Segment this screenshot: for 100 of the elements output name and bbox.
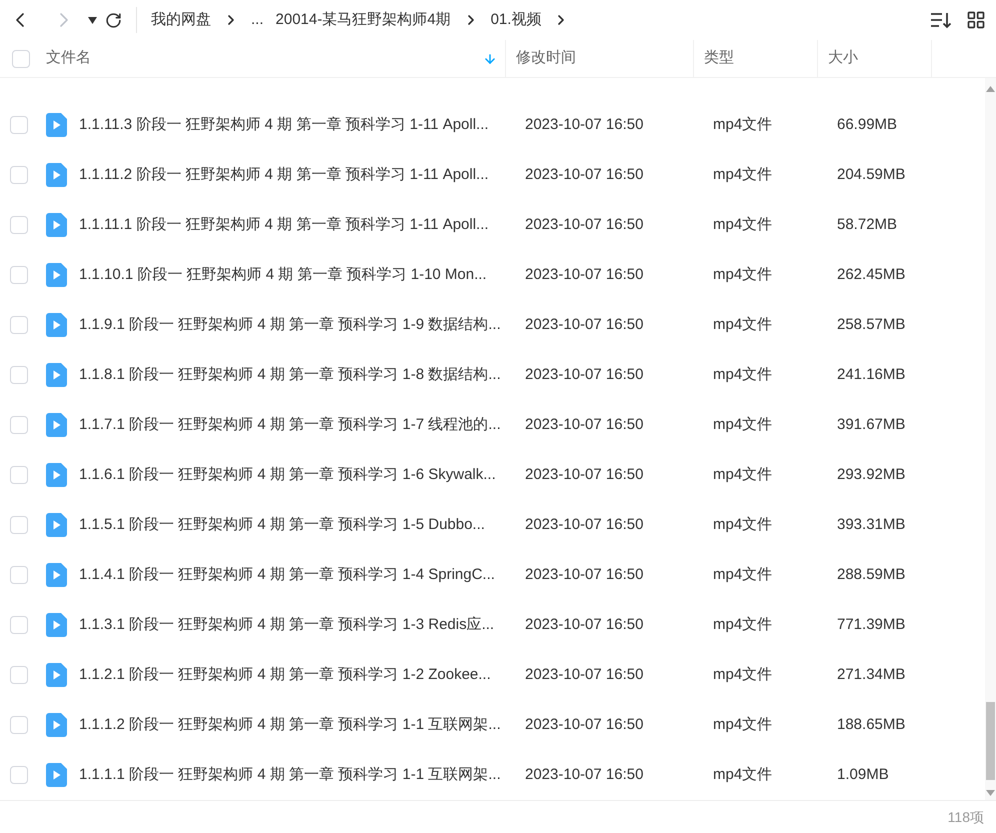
file-name[interactable]: 1.1.3.1 阶段一 狂野架构师 4 期 第一章 预科学习 1-3 Redis应... (79, 614, 515, 636)
video-file-icon (46, 463, 67, 487)
video-file-icon (46, 163, 67, 187)
file-name[interactable]: 1.1.7.1 阶段一 狂野架构师 4 期 第一章 预科学习 1-7 线程池的... (79, 414, 515, 436)
file-size: 58.72MB (836, 214, 898, 235)
checkbox[interactable] (10, 666, 28, 684)
checkbox[interactable] (10, 616, 28, 634)
column-header[interactable]: 类型 (694, 40, 818, 77)
breadcrumb-link[interactable]: 20014-某马狂野架构师4期 (276, 8, 451, 32)
checkbox[interactable] (10, 416, 28, 434)
video-file-icon (46, 413, 67, 437)
file-size: 188.65MB (836, 714, 906, 735)
column-header[interactable]: 文件名 (36, 40, 506, 77)
checkbox[interactable] (10, 716, 28, 734)
video-file-icon (46, 313, 67, 337)
file-type: mp4文件 (712, 164, 774, 185)
checkbox[interactable] (12, 50, 30, 68)
file-type: mp4文件 (712, 564, 774, 585)
file-type: mp4文件 (712, 664, 774, 685)
file-size: 271.34MB (836, 664, 906, 685)
refresh-icon[interactable] (105, 12, 122, 28)
checkbox[interactable] (10, 116, 28, 134)
grid-view-icon[interactable] (966, 10, 986, 30)
file-type: mp4文件 (712, 114, 774, 135)
sort-descending-icon (483, 52, 497, 66)
checkbox[interactable] (10, 166, 28, 184)
modified-time: 2023-10-07 16:50 (524, 714, 644, 735)
file-size: 262.45MB (836, 264, 906, 285)
video-file-icon (46, 513, 67, 537)
video-file-icon (46, 763, 67, 787)
checkbox[interactable] (10, 566, 28, 584)
scrollbar[interactable] (985, 78, 996, 800)
file-size: 293.92MB (836, 464, 906, 485)
column-header[interactable]: 修改时间 (506, 40, 694, 77)
file-name[interactable]: 1.1.5.1 阶段一 狂野架构师 4 期 第一章 预科学习 1-5 Dubbo... (79, 514, 515, 536)
file-type: mp4文件 (712, 364, 774, 385)
file-name[interactable]: 1.1.1.1 阶段一 狂野架构师 4 期 第一章 预科学习 1-1 互联网架... (79, 764, 515, 786)
file-name[interactable]: 1.1.11.1 阶段一 狂野架构师 4 期 第一章 预科学习 1-11 Apoll... (79, 214, 515, 236)
file-size: 1.09MB (836, 764, 890, 785)
file-type: mp4文件 (712, 714, 774, 735)
modified-time: 2023-10-07 16:50 (524, 614, 644, 635)
file-name[interactable]: 1.1.11.3 阶段一 狂野架构师 4 期 第一章 预科学习 1-11 Apoll... (79, 114, 515, 136)
file-size: 393.31MB (836, 514, 906, 535)
sort-list-icon[interactable] (930, 11, 952, 29)
file-name[interactable]: 1.1.4.1 阶段一 狂野架构师 4 期 第一章 预科学习 1-4 SpringC... (79, 564, 515, 586)
file-type: mp4文件 (712, 764, 774, 785)
checkbox[interactable] (10, 316, 28, 334)
file-name[interactable]: 1.1.9.1 阶段一 狂野架构师 4 期 第一章 预科学习 1-9 数据结构... (79, 314, 515, 336)
breadcrumb-link[interactable]: ... (251, 8, 264, 32)
scrollbar-thumb[interactable] (986, 702, 995, 780)
file-size: 241.16MB (836, 364, 906, 385)
checkbox[interactable] (10, 766, 28, 784)
file-size: 288.59MB (836, 564, 906, 585)
modified-time: 2023-10-07 16:50 (524, 564, 644, 585)
file-size: 771.39MB (836, 614, 906, 635)
checkbox[interactable] (10, 266, 28, 284)
breadcrumb-link[interactable]: 我的网盘 (151, 8, 211, 32)
file-name[interactable]: 1.1.11.2 阶段一 狂野架构师 4 期 第一章 预科学习 1-11 Apoll... (79, 164, 515, 186)
modified-time: 2023-10-07 16:50 (524, 764, 644, 785)
checkbox[interactable] (10, 466, 28, 484)
file-size: 66.99MB (836, 114, 898, 135)
scroll-up-arrow-icon[interactable] (986, 86, 995, 92)
checkbox[interactable] (10, 366, 28, 384)
file-name[interactable]: 1.1.10.1 阶段一 狂野架构师 4 期 第一章 预科学习 1-10 Mon... (79, 264, 515, 286)
file-name[interactable]: 1.1.8.1 阶段一 狂野架构师 4 期 第一章 预科学习 1-8 数据结构... (79, 364, 515, 386)
file-size: 258.57MB (836, 314, 906, 335)
file-type: mp4文件 (712, 264, 774, 285)
modified-time: 2023-10-07 16:50 (524, 164, 644, 185)
column-header[interactable]: 大小 (818, 40, 932, 77)
video-file-icon (46, 263, 67, 287)
file-name[interactable]: 1.1.2.1 阶段一 狂野架构师 4 期 第一章 预科学习 1-2 Zookee... (79, 664, 515, 686)
modified-time: 2023-10-07 16:50 (524, 464, 644, 485)
checkbox[interactable] (10, 216, 28, 234)
modified-time: 2023-10-07 16:50 (524, 514, 644, 535)
video-file-icon (46, 613, 67, 637)
file-type: mp4文件 (712, 514, 774, 535)
modified-time: 2023-10-07 16:50 (524, 114, 644, 135)
video-file-icon (46, 663, 67, 687)
file-type: mp4文件 (712, 314, 774, 335)
file-size: 204.59MB (836, 164, 906, 185)
checkbox[interactable] (10, 516, 28, 534)
video-file-icon (46, 213, 67, 237)
video-file-icon (46, 363, 67, 387)
file-type: mp4文件 (712, 214, 774, 235)
scroll-down-arrow-icon[interactable] (986, 790, 995, 796)
video-file-icon (46, 713, 67, 737)
breadcrumb-link[interactable]: 01.视频 (490, 8, 542, 32)
item-count: 118项 (948, 808, 984, 826)
modified-time: 2023-10-07 16:50 (524, 214, 644, 235)
file-type: mp4文件 (712, 614, 774, 635)
modified-time: 2023-10-07 16:50 (524, 364, 644, 385)
file-size: 391.67MB (836, 414, 906, 435)
file-type: mp4文件 (712, 464, 774, 485)
file-type: mp4文件 (712, 414, 774, 435)
file-name[interactable]: 1.1.1.2 阶段一 狂野架构师 4 期 第一章 预科学习 1-1 互联网架... (79, 714, 515, 736)
video-file-icon (46, 113, 67, 137)
file-name[interactable]: 1.1.6.1 阶段一 狂野架构师 4 期 第一章 预科学习 1-6 Skywalk... (79, 464, 515, 486)
modified-time: 2023-10-07 16:50 (524, 314, 644, 335)
video-file-icon (46, 563, 67, 587)
dropdown-caret-icon[interactable] (88, 16, 97, 24)
